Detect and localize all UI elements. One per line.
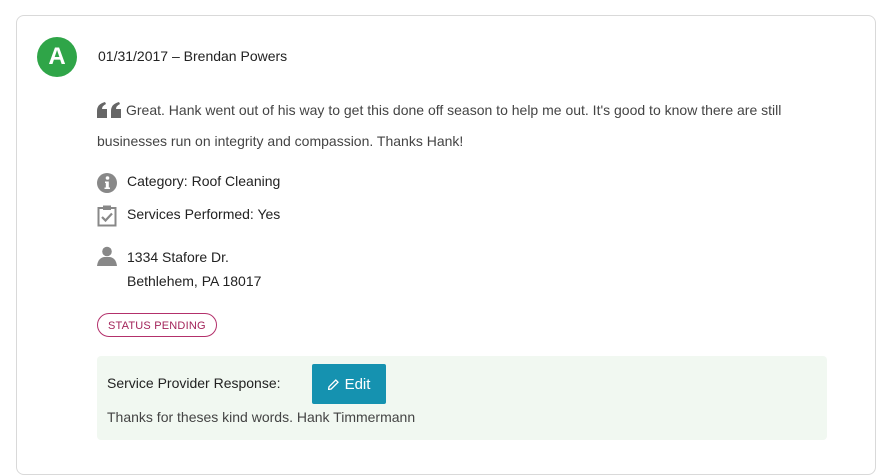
status-badge: STATUS PENDING (97, 313, 217, 337)
services-text: Services Performed: Yes (127, 206, 281, 222)
review-author: Brendan Powers (183, 48, 288, 64)
response-label: Service Provider Response: (107, 375, 281, 391)
person-icon (97, 246, 117, 266)
address-row: 1334 Stafore Dr. Bethlehem, PA 18017 (97, 246, 261, 293)
review-date: 01/31/2017 (98, 48, 169, 64)
review-body: Great. Hank went out of his way to get t… (97, 96, 827, 155)
review-header: 01/31/2017 – Brendan Powers (98, 48, 287, 64)
info-icon (97, 173, 117, 193)
response-text: Thanks for theses kind words. Hank Timme… (107, 409, 416, 425)
address-line-1: 1334 Stafore Dr. (127, 249, 229, 265)
header-separator: – (171, 48, 180, 64)
provider-response-box: Service Provider Response: Edit Thanks f… (97, 356, 827, 440)
quote-icon (97, 99, 122, 127)
address-line-2: Bethlehem, PA 18017 (127, 273, 262, 289)
clipboard-check-icon (97, 205, 117, 227)
category-row: Category: Roof Cleaning (97, 173, 280, 193)
review-card: A 01/31/2017 – Brendan Powers Great. Han… (16, 15, 876, 475)
pencil-icon (327, 378, 339, 390)
grade-badge: A (37, 37, 77, 77)
category-text: Category: Roof Cleaning (127, 173, 281, 189)
edit-button-label: Edit (344, 375, 371, 393)
review-text: Great. Hank went out of his way to get t… (97, 102, 782, 149)
services-row: Services Performed: Yes (97, 205, 281, 227)
edit-button[interactable]: Edit (312, 364, 386, 404)
address-block: 1334 Stafore Dr. Bethlehem, PA 18017 (127, 245, 261, 293)
